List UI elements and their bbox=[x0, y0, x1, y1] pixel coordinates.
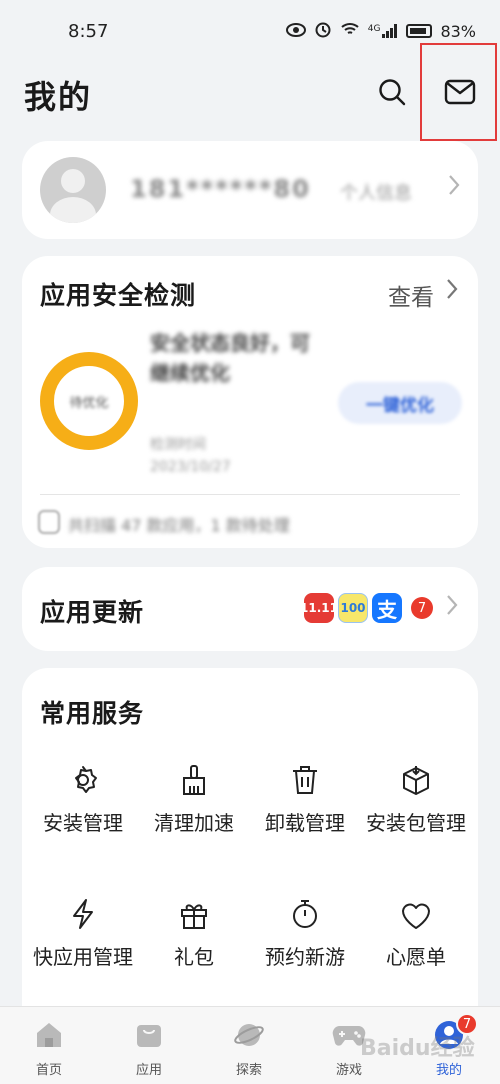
service-wishlist[interactable]: 心愿单 bbox=[361, 890, 471, 972]
service-reserve[interactable]: 预约新游 bbox=[250, 890, 360, 972]
optimize-button[interactable]: 一键优化 bbox=[338, 382, 462, 424]
status-icons: 4G 83% bbox=[285, 20, 476, 42]
avatar[interactable] bbox=[40, 157, 106, 223]
gear-icon bbox=[75, 766, 97, 793]
home-icon bbox=[37, 1023, 61, 1047]
tab-explore[interactable]: 探索 bbox=[214, 1017, 284, 1078]
lightning-icon bbox=[73, 899, 93, 929]
service-install-manage[interactable]: 安装管理 bbox=[28, 756, 138, 838]
ring-label: 待优化 bbox=[69, 395, 109, 411]
alarm-icon bbox=[314, 20, 332, 42]
security-card: 应用安全检测 查看 待优化 安全状态良好，可继续优化 检测时间 2023/10/… bbox=[22, 256, 478, 548]
tab-label: 首页 bbox=[35, 1063, 62, 1078]
broom-icon bbox=[183, 765, 205, 795]
gift-icon bbox=[181, 904, 207, 929]
services-title: 常用服务 bbox=[40, 699, 145, 728]
personal-info-link[interactable]: 个人信息 bbox=[340, 179, 412, 205]
heart-icon bbox=[402, 903, 430, 929]
chevron-right-icon bbox=[446, 278, 458, 304]
service-package-manage[interactable]: 安装包管理 bbox=[361, 756, 471, 838]
highlight-box bbox=[420, 43, 497, 141]
service-label: 心愿单 bbox=[386, 945, 446, 969]
update-count-badge: 7 bbox=[411, 597, 433, 619]
account-card[interactable]: 181******80 个人信息 bbox=[22, 141, 478, 239]
tab-home[interactable]: 首页 bbox=[14, 1017, 84, 1078]
status-time: 8:57 bbox=[68, 20, 109, 42]
service-clean[interactable]: 清理加速 bbox=[139, 756, 249, 838]
app-icon: 100 bbox=[338, 593, 368, 623]
chevron-right-icon bbox=[446, 594, 458, 620]
security-time-label: 检测时间 bbox=[150, 437, 206, 453]
watermark: Baidu经验 bbox=[360, 1036, 475, 1061]
service-label: 安装包管理 bbox=[366, 811, 466, 835]
service-uninstall[interactable]: 卸载管理 bbox=[250, 756, 360, 838]
battery-icon bbox=[406, 24, 433, 38]
package-icon bbox=[403, 766, 429, 795]
account-name: 181******80 bbox=[130, 175, 311, 203]
view-link[interactable]: 查看 bbox=[388, 278, 434, 312]
network-type: 4G bbox=[367, 24, 381, 34]
chevron-right-icon bbox=[448, 174, 460, 202]
signal-icon: 4G bbox=[368, 24, 399, 38]
app-icon: 支 bbox=[372, 593, 402, 623]
security-time: 检测时间 2023/10/27 bbox=[150, 434, 300, 478]
service-label: 清理加速 bbox=[154, 811, 234, 835]
tab-label: 探索 bbox=[235, 1063, 262, 1078]
search-icon bbox=[379, 79, 406, 106]
trash-icon bbox=[293, 766, 317, 794]
security-title: 应用安全检测 bbox=[40, 281, 197, 310]
security-ring: 待优化 bbox=[40, 352, 138, 450]
app-update-card[interactable]: 应用更新 11.11 100 支 7 bbox=[22, 567, 478, 651]
page-title: 我的 bbox=[24, 78, 93, 116]
services-card: 常用服务 安装管理 清理加速 卸载管理 安装包管理 快应用管理 礼包 预约新游 … bbox=[22, 668, 478, 1028]
service-label: 快应用管理 bbox=[33, 945, 133, 969]
wifi-icon bbox=[340, 21, 360, 41]
security-note: 共扫描 47 款应用，1 款待处理 bbox=[68, 516, 290, 535]
security-status: 安全状态良好，可继续优化 bbox=[150, 331, 310, 385]
shield-icon bbox=[38, 510, 60, 534]
divider bbox=[40, 494, 460, 495]
tab-apps[interactable]: 应用 bbox=[114, 1017, 184, 1078]
tab-label: 应用 bbox=[135, 1063, 162, 1078]
service-label: 安装管理 bbox=[43, 811, 123, 835]
search-button[interactable] bbox=[368, 68, 416, 116]
app-icon: 11.11 bbox=[300, 593, 338, 623]
service-label: 礼包 bbox=[174, 945, 214, 969]
planet-icon bbox=[234, 1024, 264, 1046]
service-gift[interactable]: 礼包 bbox=[139, 890, 249, 972]
eye-icon bbox=[285, 22, 306, 41]
service-label: 预约新游 bbox=[265, 945, 345, 969]
service-label: 卸载管理 bbox=[265, 811, 345, 835]
security-time-value: 2023/10/27 bbox=[150, 459, 231, 475]
shopping-bag-icon bbox=[137, 1025, 161, 1047]
battery-level: 83% bbox=[440, 21, 476, 41]
update-title: 应用更新 bbox=[40, 598, 145, 627]
stopwatch-icon bbox=[293, 900, 317, 928]
service-quick-app[interactable]: 快应用管理 bbox=[28, 890, 138, 972]
